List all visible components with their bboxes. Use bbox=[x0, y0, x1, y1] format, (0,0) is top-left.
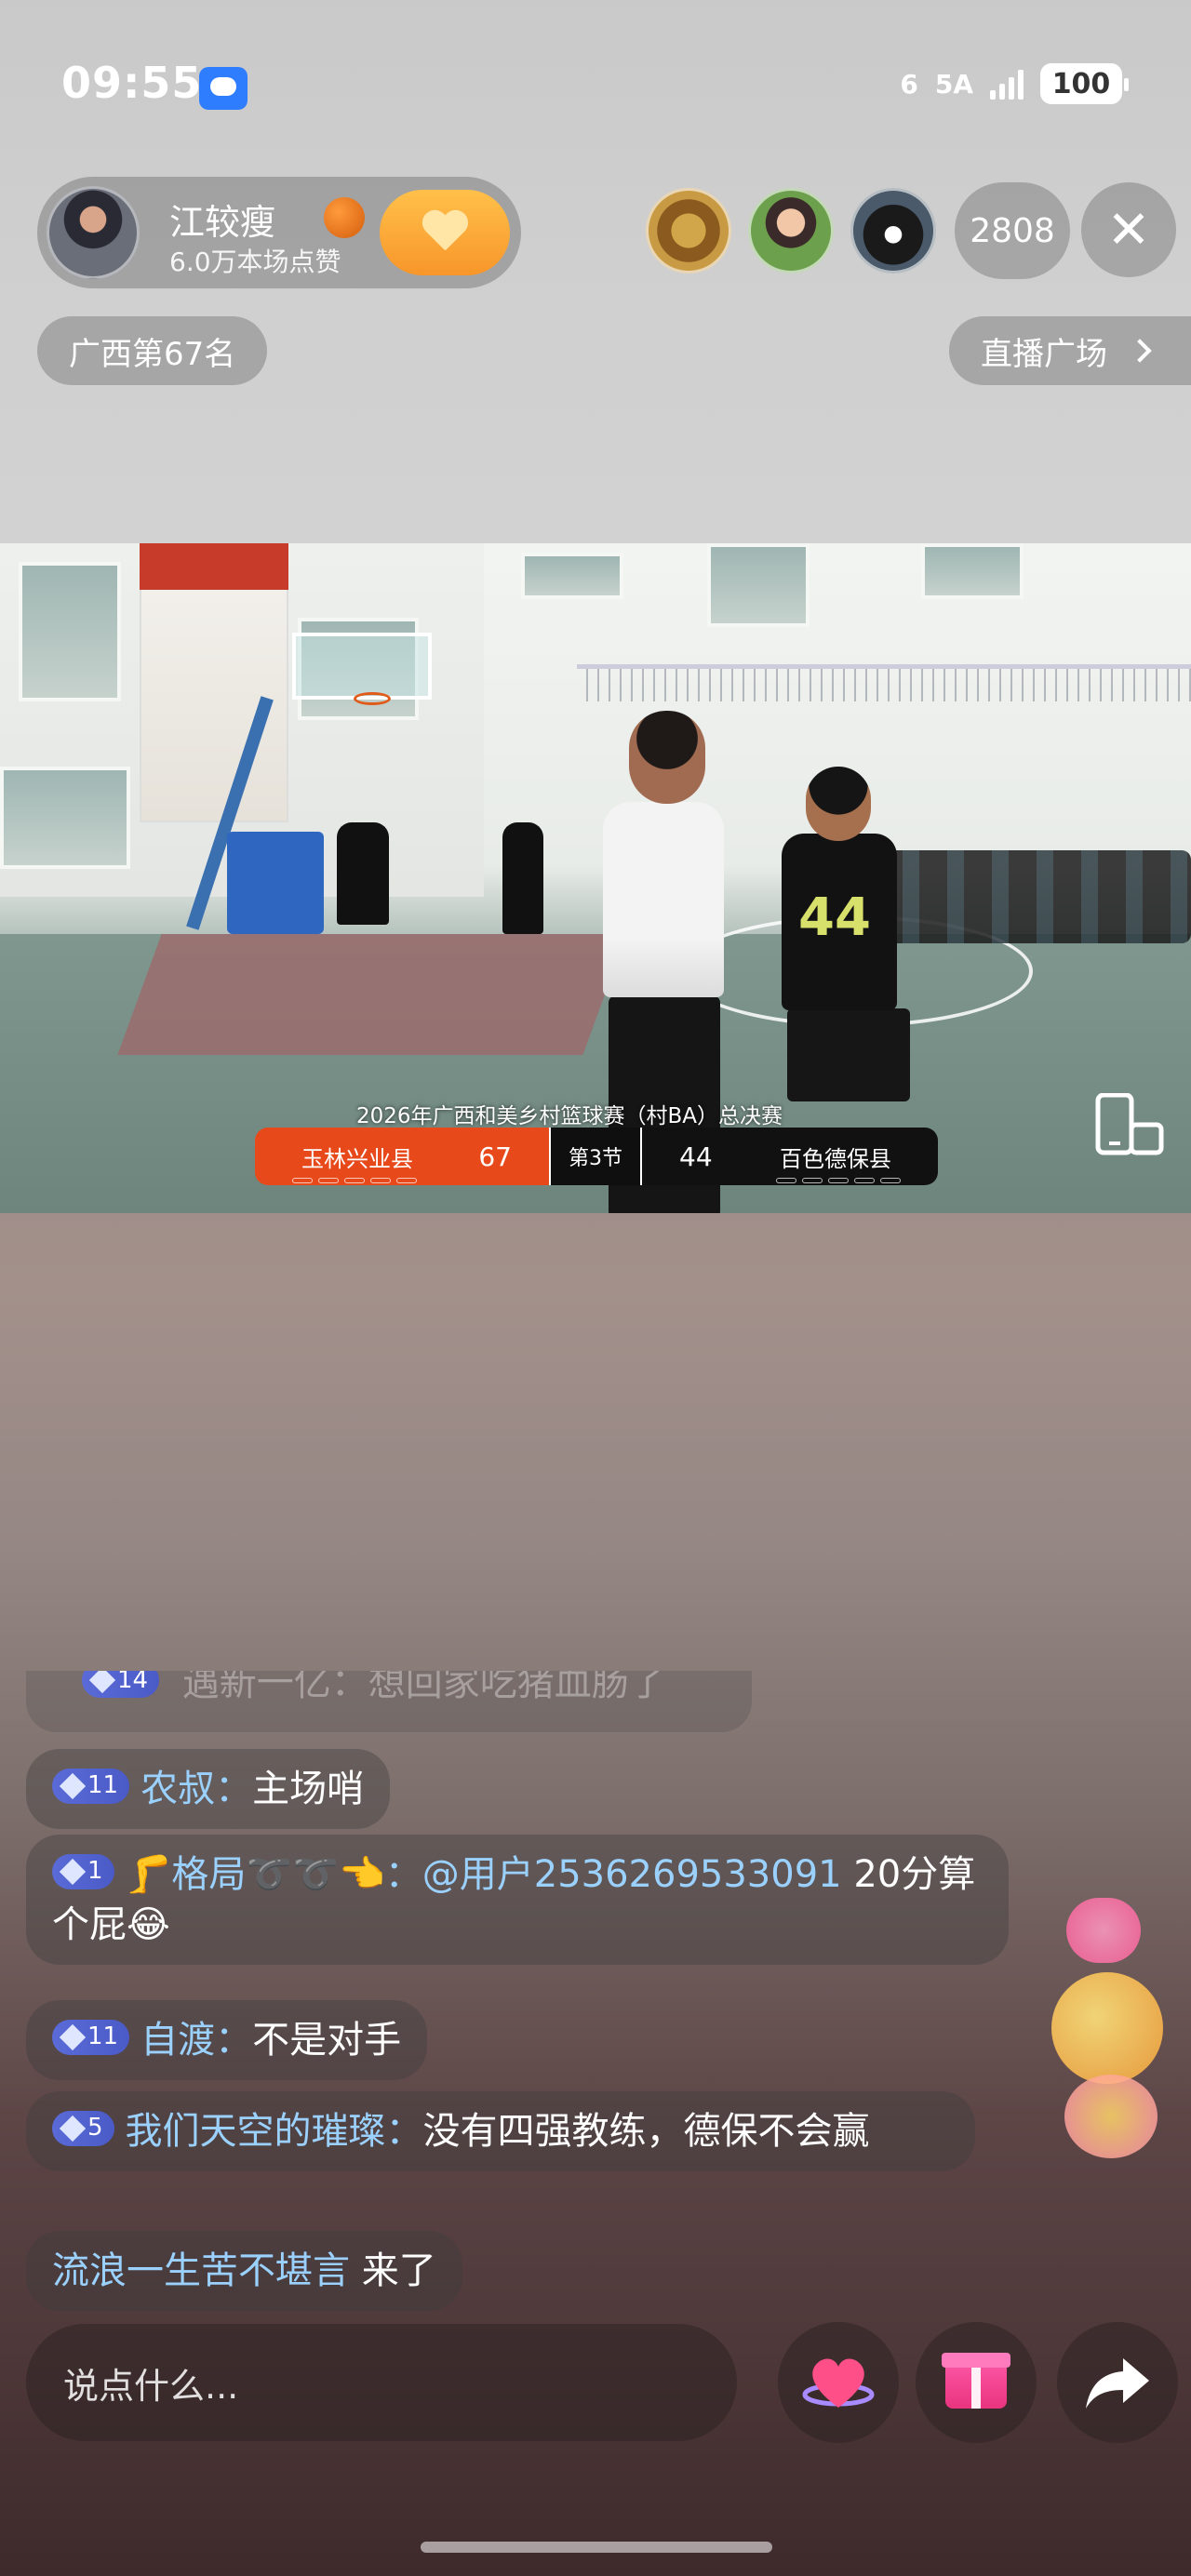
timeout-dots bbox=[292, 1178, 417, 1183]
level-badge: 11 bbox=[52, 2020, 130, 2055]
rotate-screen-icon[interactable] bbox=[1094, 1093, 1165, 1158]
wifi-icon: 6 bbox=[900, 68, 918, 100]
chat-message[interactable]: 11 农叔：主场哨 bbox=[26, 1749, 391, 1829]
balcony-railing bbox=[577, 664, 1191, 701]
referee bbox=[603, 802, 724, 997]
chat-message[interactable]: 5 我们天空的璀璨：没有四强教练，德保不会赢 bbox=[26, 2091, 975, 2171]
scoreboard-title: 2026年广西和美乡村篮球赛（村BA）总决赛 bbox=[356, 1104, 783, 1128]
gym-banner-header bbox=[140, 543, 288, 590]
away-team-name: 百色德保县 bbox=[780, 1145, 891, 1172]
heart-float-icon bbox=[1066, 1898, 1141, 1963]
basketball-rim bbox=[354, 692, 391, 705]
diamond-icon bbox=[59, 1858, 87, 1886]
faded-text: 遇新一亿：想回家吃猪血肠了 bbox=[181, 1671, 666, 1704]
chat-username[interactable]: 流浪一生苦不堪言 bbox=[52, 2249, 350, 2292]
chevron-right-icon bbox=[1128, 339, 1152, 363]
heart-icon bbox=[802, 2358, 875, 2408]
gym-window bbox=[521, 553, 623, 599]
away-team-panel: 44 百色德保县 bbox=[642, 1128, 938, 1185]
scoreboard: 玉林兴业县 67 第3节 44 百色德保县 bbox=[255, 1128, 938, 1185]
like-button[interactable] bbox=[778, 2322, 899, 2443]
diamond-icon bbox=[59, 2115, 87, 2142]
home-team-panel: 玉林兴业县 67 bbox=[255, 1128, 549, 1185]
chat-username[interactable]: 农叔 bbox=[141, 1768, 215, 1810]
battery-indicator: 100 bbox=[1040, 63, 1129, 104]
court-paint bbox=[117, 934, 627, 1055]
close-button[interactable]: ✕ bbox=[1081, 182, 1176, 277]
chat-text: 不是对手 bbox=[252, 2019, 402, 2062]
period-label: 第3节 bbox=[549, 1128, 642, 1185]
viewer-count[interactable]: 2808 bbox=[955, 182, 1070, 279]
status-time: 09:55 bbox=[61, 58, 203, 108]
status-indicators: 6 5A 100 bbox=[900, 63, 1129, 104]
signal-bars-icon bbox=[990, 68, 1024, 100]
player-head bbox=[806, 767, 871, 841]
chat-username[interactable]: 我们天空的璀璨 bbox=[126, 2110, 386, 2153]
level-badge: 5 bbox=[52, 2111, 114, 2146]
viewer-avatar[interactable] bbox=[748, 188, 834, 274]
level-badge: 14 bbox=[82, 1671, 160, 1698]
share-arrow-icon bbox=[1086, 2358, 1149, 2409]
viewer-avatar[interactable] bbox=[646, 188, 731, 274]
message-notification-icon bbox=[199, 67, 248, 110]
chat-message[interactable]: 1 🦵格局➰➰👈：@用户2536269533091 20分算个屁😂 bbox=[26, 1835, 1009, 1965]
home-score: 67 bbox=[478, 1141, 512, 1172]
heart-plus-icon bbox=[421, 211, 469, 254]
gym-window bbox=[707, 543, 810, 627]
team-bench bbox=[875, 850, 1191, 943]
gym-door bbox=[0, 767, 130, 869]
like-animation bbox=[1042, 1889, 1182, 2168]
player-shorts bbox=[787, 1008, 910, 1101]
home-indicator[interactable] bbox=[421, 2542, 772, 2553]
level-badge: 1 bbox=[52, 1854, 114, 1889]
chat-text: 来了 bbox=[350, 2249, 436, 2292]
host-avatar[interactable] bbox=[47, 186, 140, 279]
host-name: 江较瘦 bbox=[169, 202, 276, 243]
gift-icon bbox=[942, 2353, 1010, 2409]
chat-join-message[interactable]: 流浪一生苦不堪言 来了 bbox=[26, 2231, 462, 2311]
player bbox=[502, 822, 543, 934]
close-icon: ✕ bbox=[1106, 199, 1151, 260]
share-button[interactable] bbox=[1057, 2322, 1178, 2443]
diamond-icon bbox=[59, 2023, 87, 2051]
signal-label: 5A bbox=[934, 68, 973, 100]
host-likes: 6.0万本场点赞 bbox=[169, 247, 341, 277]
gift-button[interactable] bbox=[916, 2322, 1037, 2443]
level-badge: 11 bbox=[52, 1768, 130, 1804]
diamond-icon bbox=[59, 1772, 87, 1800]
chat-text: 没有四强教练，德保不会赢 bbox=[422, 2110, 870, 2153]
chat-message-faded: 14 遇新一亿：想回家吃猪血肠了 bbox=[26, 1671, 752, 1732]
chat-message[interactable]: 11 自渡：不是对手 bbox=[26, 2000, 428, 2080]
gym-window bbox=[921, 543, 1024, 599]
comment-input[interactable]: 说点什么... bbox=[26, 2324, 737, 2441]
plaza-label: 直播广场 bbox=[981, 335, 1107, 373]
player bbox=[337, 822, 389, 925]
jersey-number: 44 bbox=[798, 888, 871, 948]
emoji-float-icon bbox=[1051, 1972, 1163, 2084]
referee-head bbox=[629, 711, 705, 804]
host-info-pill[interactable]: 江较瘦 6.0万本场点赞 bbox=[37, 177, 521, 288]
chat-text: 主场哨 bbox=[252, 1768, 365, 1810]
viewer-avatar[interactable] bbox=[850, 188, 936, 274]
gym-window bbox=[19, 562, 121, 701]
chat-username[interactable]: 自渡 bbox=[141, 2019, 215, 2062]
rank-label: 广西第67名 bbox=[69, 335, 236, 373]
home-team-name: 玉林兴业县 bbox=[301, 1145, 413, 1172]
chat-mention[interactable]: @用户2536269533091 bbox=[422, 1853, 842, 1896]
timeout-dots bbox=[776, 1178, 901, 1183]
emoji-float-icon bbox=[1064, 2075, 1158, 2158]
live-plaza-button[interactable]: 直播广场 bbox=[949, 316, 1191, 385]
rank-badge[interactable]: 广西第67名 bbox=[37, 316, 268, 385]
basketball-icon bbox=[324, 197, 365, 238]
follow-button[interactable] bbox=[380, 190, 510, 275]
chat-username[interactable]: 🦵格局➰➰👈 bbox=[126, 1853, 385, 1896]
backboard bbox=[292, 633, 432, 700]
away-score: 44 bbox=[679, 1141, 713, 1172]
comment-placeholder: 说点什么... bbox=[63, 2365, 239, 2407]
hoop-base bbox=[227, 832, 324, 934]
